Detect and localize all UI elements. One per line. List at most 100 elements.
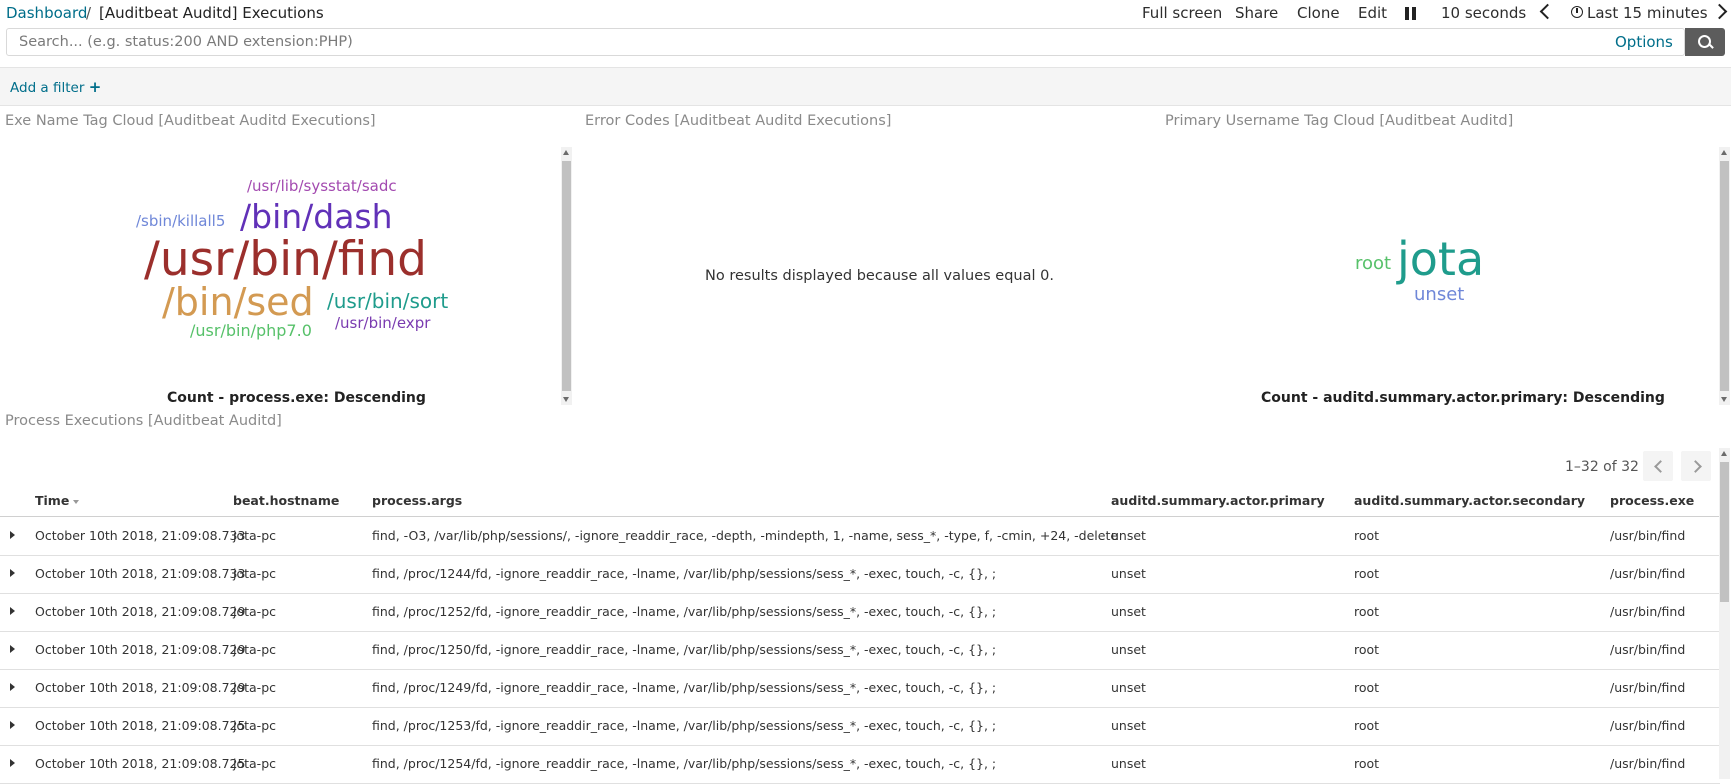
plus-icon: +	[88, 78, 102, 96]
cell-process-args: find, /proc/1254/fd, -ignore_readdir_rac…	[372, 756, 997, 771]
cell-time: October 10th 2018, 21:09:08.733	[35, 566, 246, 581]
cell-actor-primary: unset	[1111, 718, 1146, 733]
caret-right-icon[interactable]	[10, 721, 15, 729]
column-header-process-args[interactable]: process.args	[372, 493, 462, 508]
cell-actor-secondary: root	[1354, 680, 1380, 695]
edit-button[interactable]: Edit	[1358, 4, 1387, 22]
cell-process-exe: /usr/bin/find	[1610, 642, 1686, 657]
top-nav-bar: Dashboard / [Auditbeat Auditd] Execution…	[0, 0, 1731, 26]
cell-process-exe: /usr/bin/find	[1610, 718, 1686, 733]
tag-expr[interactable]: /usr/bin/expr	[335, 316, 430, 331]
cell-process-exe: /usr/bin/find	[1610, 566, 1686, 581]
cell-hostname: jota-pc	[233, 680, 276, 695]
cell-hostname: jota-pc	[233, 604, 276, 619]
tag-dash[interactable]: /bin/dash	[240, 200, 393, 233]
column-header-actor-secondary[interactable]: auditd.summary.actor.secondary	[1354, 493, 1585, 508]
pagination-count: 1–32 of 32	[1565, 459, 1639, 475]
add-filter-button[interactable]: Add a filter +	[10, 78, 101, 96]
cell-hostname: jota-pc	[233, 718, 276, 733]
table-row: October 10th 2018, 21:09:08.729 jota-pc fi…	[0, 669, 1720, 708]
cell-hostname: jota-pc	[233, 642, 276, 657]
column-header-process-exe[interactable]: process.exe	[1610, 493, 1694, 508]
clock-icon	[1571, 6, 1583, 18]
cell-actor-secondary: root	[1354, 604, 1380, 619]
tag-find[interactable]: /usr/bin/find	[144, 236, 427, 283]
pause-icon[interactable]	[1405, 7, 1417, 20]
cell-process-args: find, /proc/1250/fd, -ignore_readdir_rac…	[372, 642, 997, 657]
full-screen-button[interactable]: Full screen	[1142, 4, 1222, 22]
cell-process-args: find, /proc/1249/fd, -ignore_readdir_rac…	[372, 680, 997, 695]
cell-process-args: find, /proc/1252/fd, -ignore_readdir_rac…	[372, 604, 997, 619]
table-row: October 10th 2018, 21:09:08.725 jota-pc fi…	[0, 745, 1720, 784]
tag-jota[interactable]: jota	[1397, 236, 1484, 282]
cell-time: October 10th 2018, 21:09:08.733	[35, 528, 246, 543]
caret-right-icon[interactable]	[10, 759, 15, 767]
cell-actor-secondary: root	[1354, 528, 1380, 543]
sort-down-icon[interactable]	[73, 499, 80, 504]
cell-actor-primary: unset	[1111, 642, 1146, 657]
table-row: October 10th 2018, 21:09:08.729 jota-pc fi…	[0, 631, 1720, 670]
cell-actor-primary: unset	[1111, 528, 1146, 543]
tag-sadc[interactable]: /usr/lib/sysstat/sadc	[247, 179, 397, 194]
cell-process-exe: /usr/bin/find	[1610, 756, 1686, 771]
tag-root[interactable]: root	[1355, 255, 1391, 273]
chevron-right-icon[interactable]	[1681, 451, 1711, 481]
clone-button[interactable]: Clone	[1297, 4, 1340, 22]
username-cloud-legend: Count - auditd.summary.actor.primary: De…	[1261, 390, 1665, 406]
caret-right-icon[interactable]	[10, 683, 15, 691]
column-header-hostname[interactable]: beat.hostname	[233, 493, 339, 508]
search-bar: Options	[6, 28, 1685, 56]
column-header-actor-primary[interactable]: auditd.summary.actor.primary	[1111, 493, 1325, 508]
cell-process-exe: /usr/bin/find	[1610, 528, 1686, 543]
tag-php7[interactable]: /usr/bin/php7.0	[190, 323, 312, 339]
chevron-left-icon[interactable]	[1539, 3, 1556, 20]
table-header: Time beat.hostname process.args auditd.s…	[0, 487, 1720, 517]
cell-actor-primary: unset	[1111, 756, 1146, 771]
panel-title-process-executions: Process Executions [Auditbeat Auditd]	[5, 413, 282, 429]
search-button[interactable]	[1685, 28, 1725, 56]
chevron-left-icon[interactable]	[1643, 451, 1673, 481]
cell-actor-primary: unset	[1111, 566, 1146, 581]
share-button[interactable]: Share	[1235, 4, 1278, 22]
tag-killall5[interactable]: /sbin/killall5	[136, 214, 225, 229]
caret-right-icon[interactable]	[10, 531, 15, 539]
search-input[interactable]	[19, 34, 1569, 50]
cell-actor-secondary: root	[1354, 718, 1380, 733]
tag-unset[interactable]: unset	[1414, 286, 1464, 304]
time-range-button[interactable]: Last 15 minutes	[1587, 4, 1708, 22]
cell-actor-secondary: root	[1354, 642, 1380, 657]
cell-time: October 10th 2018, 21:09:08.729	[35, 642, 246, 657]
cell-process-args: find, /proc/1253/fd, -ignore_readdir_rac…	[372, 718, 997, 733]
breadcrumb-dashboard-link[interactable]: Dashboard	[6, 4, 87, 22]
cell-time: October 10th 2018, 21:09:08.729	[35, 680, 246, 695]
cell-process-exe: /usr/bin/find	[1610, 604, 1686, 619]
cell-time: October 10th 2018, 21:09:08.725	[35, 718, 246, 733]
cell-actor-secondary: root	[1354, 566, 1380, 581]
no-results-message: No results displayed because all values …	[705, 268, 1054, 284]
cell-time: October 10th 2018, 21:09:08.725	[35, 756, 246, 771]
table-row: October 10th 2018, 21:09:08.725 jota-pc fi…	[0, 707, 1720, 746]
cell-hostname: jota-pc	[233, 566, 276, 581]
caret-right-icon[interactable]	[10, 607, 15, 615]
caret-right-icon[interactable]	[10, 569, 15, 577]
exe-cloud-scrollbar[interactable]	[561, 147, 572, 405]
cell-actor-primary: unset	[1111, 604, 1146, 619]
table-scrollbar[interactable]	[1719, 448, 1730, 779]
cell-actor-secondary: root	[1354, 756, 1380, 771]
table-row: October 10th 2018, 21:09:08.733 jota-pc fi…	[0, 555, 1720, 594]
tag-sort[interactable]: /usr/bin/sort	[327, 291, 448, 311]
refresh-interval-button[interactable]: 10 seconds	[1441, 4, 1526, 22]
page-title: [Auditbeat Auditd] Executions	[99, 4, 324, 22]
panel-title-username-cloud: Primary Username Tag Cloud [Auditbeat Au…	[1165, 113, 1514, 129]
cell-hostname: jota-pc	[233, 756, 276, 771]
username-cloud-scrollbar[interactable]	[1719, 147, 1730, 405]
cell-process-args: find, /proc/1244/fd, -ignore_readdir_rac…	[372, 566, 997, 581]
tag-sed[interactable]: /bin/sed	[162, 283, 314, 321]
options-link[interactable]: Options	[1615, 33, 1673, 51]
exe-cloud-legend: Count - process.exe: Descending	[167, 390, 426, 406]
column-header-time[interactable]: Time	[35, 493, 80, 508]
column-header-time-label: Time	[35, 493, 70, 508]
cell-actor-primary: unset	[1111, 680, 1146, 695]
caret-right-icon[interactable]	[10, 645, 15, 653]
chevron-right-icon[interactable]	[1711, 3, 1728, 20]
